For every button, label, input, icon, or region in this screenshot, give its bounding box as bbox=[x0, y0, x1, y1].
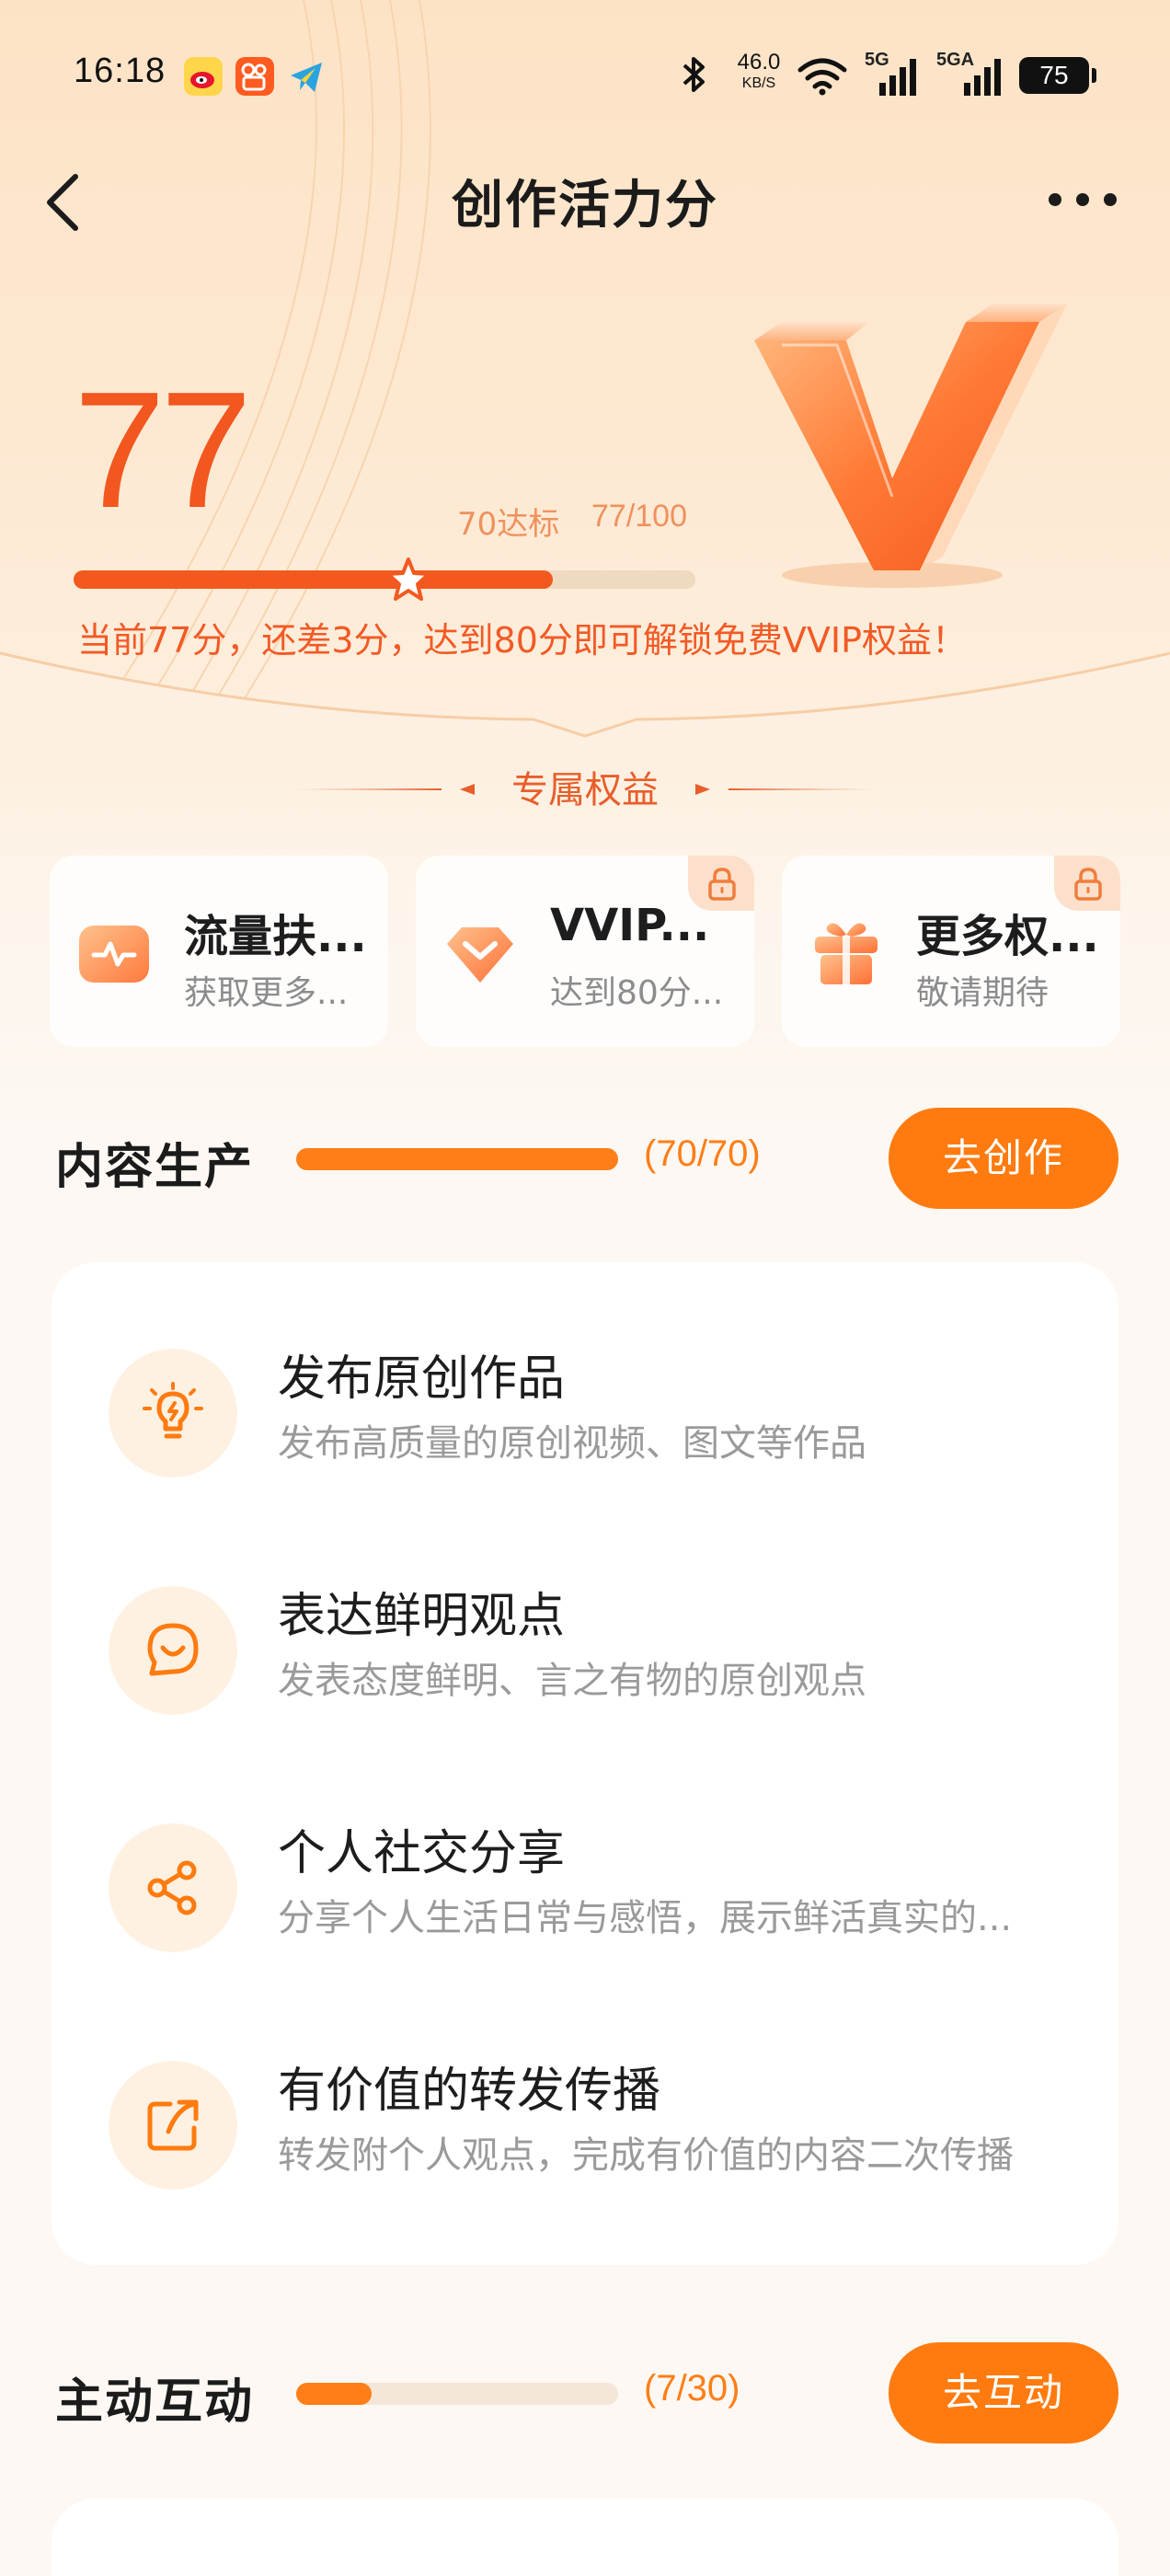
task-icon-wrap bbox=[109, 1586, 237, 1715]
task-icon-wrap bbox=[109, 2061, 237, 2190]
section-progress-fill bbox=[296, 1148, 618, 1170]
network-speed-unit: KB/S bbox=[741, 75, 776, 91]
score-progress-fill bbox=[74, 570, 553, 589]
task-item-original-work[interactable]: 发布原创作品 发布高质量的原创视频、图文等作品 bbox=[52, 1330, 1118, 1514]
kuaishou-app-icon bbox=[235, 57, 274, 96]
lock-icon bbox=[708, 868, 736, 901]
interaction-task-card bbox=[52, 2499, 1118, 2576]
task-desc: 发布高质量的原创视频、图文等作品 bbox=[278, 1422, 866, 1465]
benefit-desc: 获取更多... bbox=[184, 974, 349, 1012]
benefit-name: VVIP... bbox=[550, 900, 710, 951]
share-icon bbox=[147, 1860, 197, 1915]
benefit-card-vvip[interactable]: VVIP... 达到80分... bbox=[416, 856, 754, 1047]
task-title: 有价值的转发传播 bbox=[278, 2064, 661, 2119]
v-logo-icon bbox=[754, 304, 1067, 588]
score-progress-bar bbox=[74, 558, 695, 601]
task-title: 发布原创作品 bbox=[278, 1351, 566, 1407]
task-desc: 转发附个人观点，完成有价值的内容二次传播 bbox=[278, 2134, 1014, 2177]
cellular-signal-icon: 5G bbox=[865, 50, 920, 96]
benefit-name: 流量扶... bbox=[184, 911, 367, 962]
score-fraction: 77/100 bbox=[591, 499, 687, 534]
more-dots-icon[interactable] bbox=[1039, 184, 1131, 221]
lock-icon bbox=[1074, 868, 1102, 901]
status-time: 16:18 bbox=[74, 52, 166, 90]
vvip-diamond-icon bbox=[447, 927, 513, 983]
task-item-social-share[interactable]: 个人社交分享 分享个人生活日常与感悟，展示鲜活真实的... bbox=[52, 1805, 1118, 1989]
benefit-card-more[interactable]: 更多权... 敬请期待 bbox=[782, 856, 1120, 1047]
wifi-icon bbox=[797, 58, 847, 96]
page-title: 创作活力分 bbox=[452, 176, 718, 236]
telegram-app-icon bbox=[291, 63, 322, 92]
activity-score: 77 bbox=[74, 358, 252, 543]
go-interact-button[interactable]: 去互动 bbox=[889, 2342, 1118, 2444]
section-title-interaction: 主动互动 bbox=[55, 2375, 255, 2430]
bluetooth-icon bbox=[682, 57, 705, 92]
benefit-desc: 敬请期待 bbox=[916, 974, 1050, 1012]
chat-smile-icon bbox=[147, 1623, 199, 1676]
section-progress-bar bbox=[296, 1148, 618, 1170]
app-screen: { "status_bar": { "time": "16:18", "net_… bbox=[0, 0, 1170, 2576]
battery-icon: 75 bbox=[1019, 57, 1096, 94]
lightbulb-icon bbox=[143, 1382, 203, 1439]
network-speed-value: 46.0 bbox=[737, 50, 781, 75]
repost-icon bbox=[147, 2099, 199, 2151]
lock-badge bbox=[1054, 856, 1120, 911]
section-count: (7/30) bbox=[644, 2368, 740, 2409]
section-progress-fill bbox=[296, 2383, 372, 2405]
benefits-header: 专属权益 bbox=[0, 760, 1170, 815]
cellular-signal-icon: 5GA bbox=[936, 50, 1008, 96]
section-title-content-production: 内容生产 bbox=[55, 1140, 255, 1195]
weibo-app-icon bbox=[184, 57, 223, 96]
task-desc: 分享个人生活日常与感悟，展示鲜活真实的... bbox=[278, 1897, 1013, 1939]
section-count: (70/70) bbox=[644, 1133, 761, 1174]
benefit-desc: 达到80分... bbox=[550, 974, 724, 1012]
score-tip: 当前77分，还差3分，达到80分即可解锁免费VVIP权益！ bbox=[77, 620, 967, 661]
target-label: 70达标 bbox=[457, 506, 560, 543]
benefits-title: 专属权益 bbox=[511, 769, 659, 811]
lock-badge bbox=[688, 856, 754, 911]
task-icon-wrap bbox=[109, 1349, 237, 1478]
task-item-opinion[interactable]: 表达鲜明观点 发表态度鲜明、言之有物的原创观点 bbox=[52, 1568, 1118, 1752]
task-title: 个人社交分享 bbox=[278, 1826, 566, 1881]
go-create-button[interactable]: 去创作 bbox=[889, 1108, 1118, 1209]
star-icon bbox=[386, 558, 431, 601]
network-speed: 46.0 KB/S bbox=[731, 52, 786, 91]
task-title: 表达鲜明观点 bbox=[278, 1589, 566, 1644]
task-item-repost[interactable]: 有价值的转发传播 转发附个人观点，完成有价值的内容二次传播 bbox=[52, 2042, 1118, 2226]
benefit-card-traffic[interactable]: 流量扶... 获取更多... bbox=[50, 856, 388, 1047]
task-list-card: 发布原创作品 发布高质量的原创视频、图文等作品 表达鲜明观点 发表态度鲜明、言之… bbox=[52, 1262, 1118, 2265]
traffic-boost-icon bbox=[79, 926, 149, 983]
status-bar: 16:18 46.0 KB/S 5G 5GA 75 bbox=[0, 0, 1170, 147]
task-icon-wrap bbox=[109, 1823, 237, 1952]
task-desc: 发表态度鲜明、言之有物的原创观点 bbox=[278, 1660, 866, 1702]
gift-icon bbox=[815, 923, 878, 984]
section-progress-bar bbox=[296, 2383, 618, 2405]
